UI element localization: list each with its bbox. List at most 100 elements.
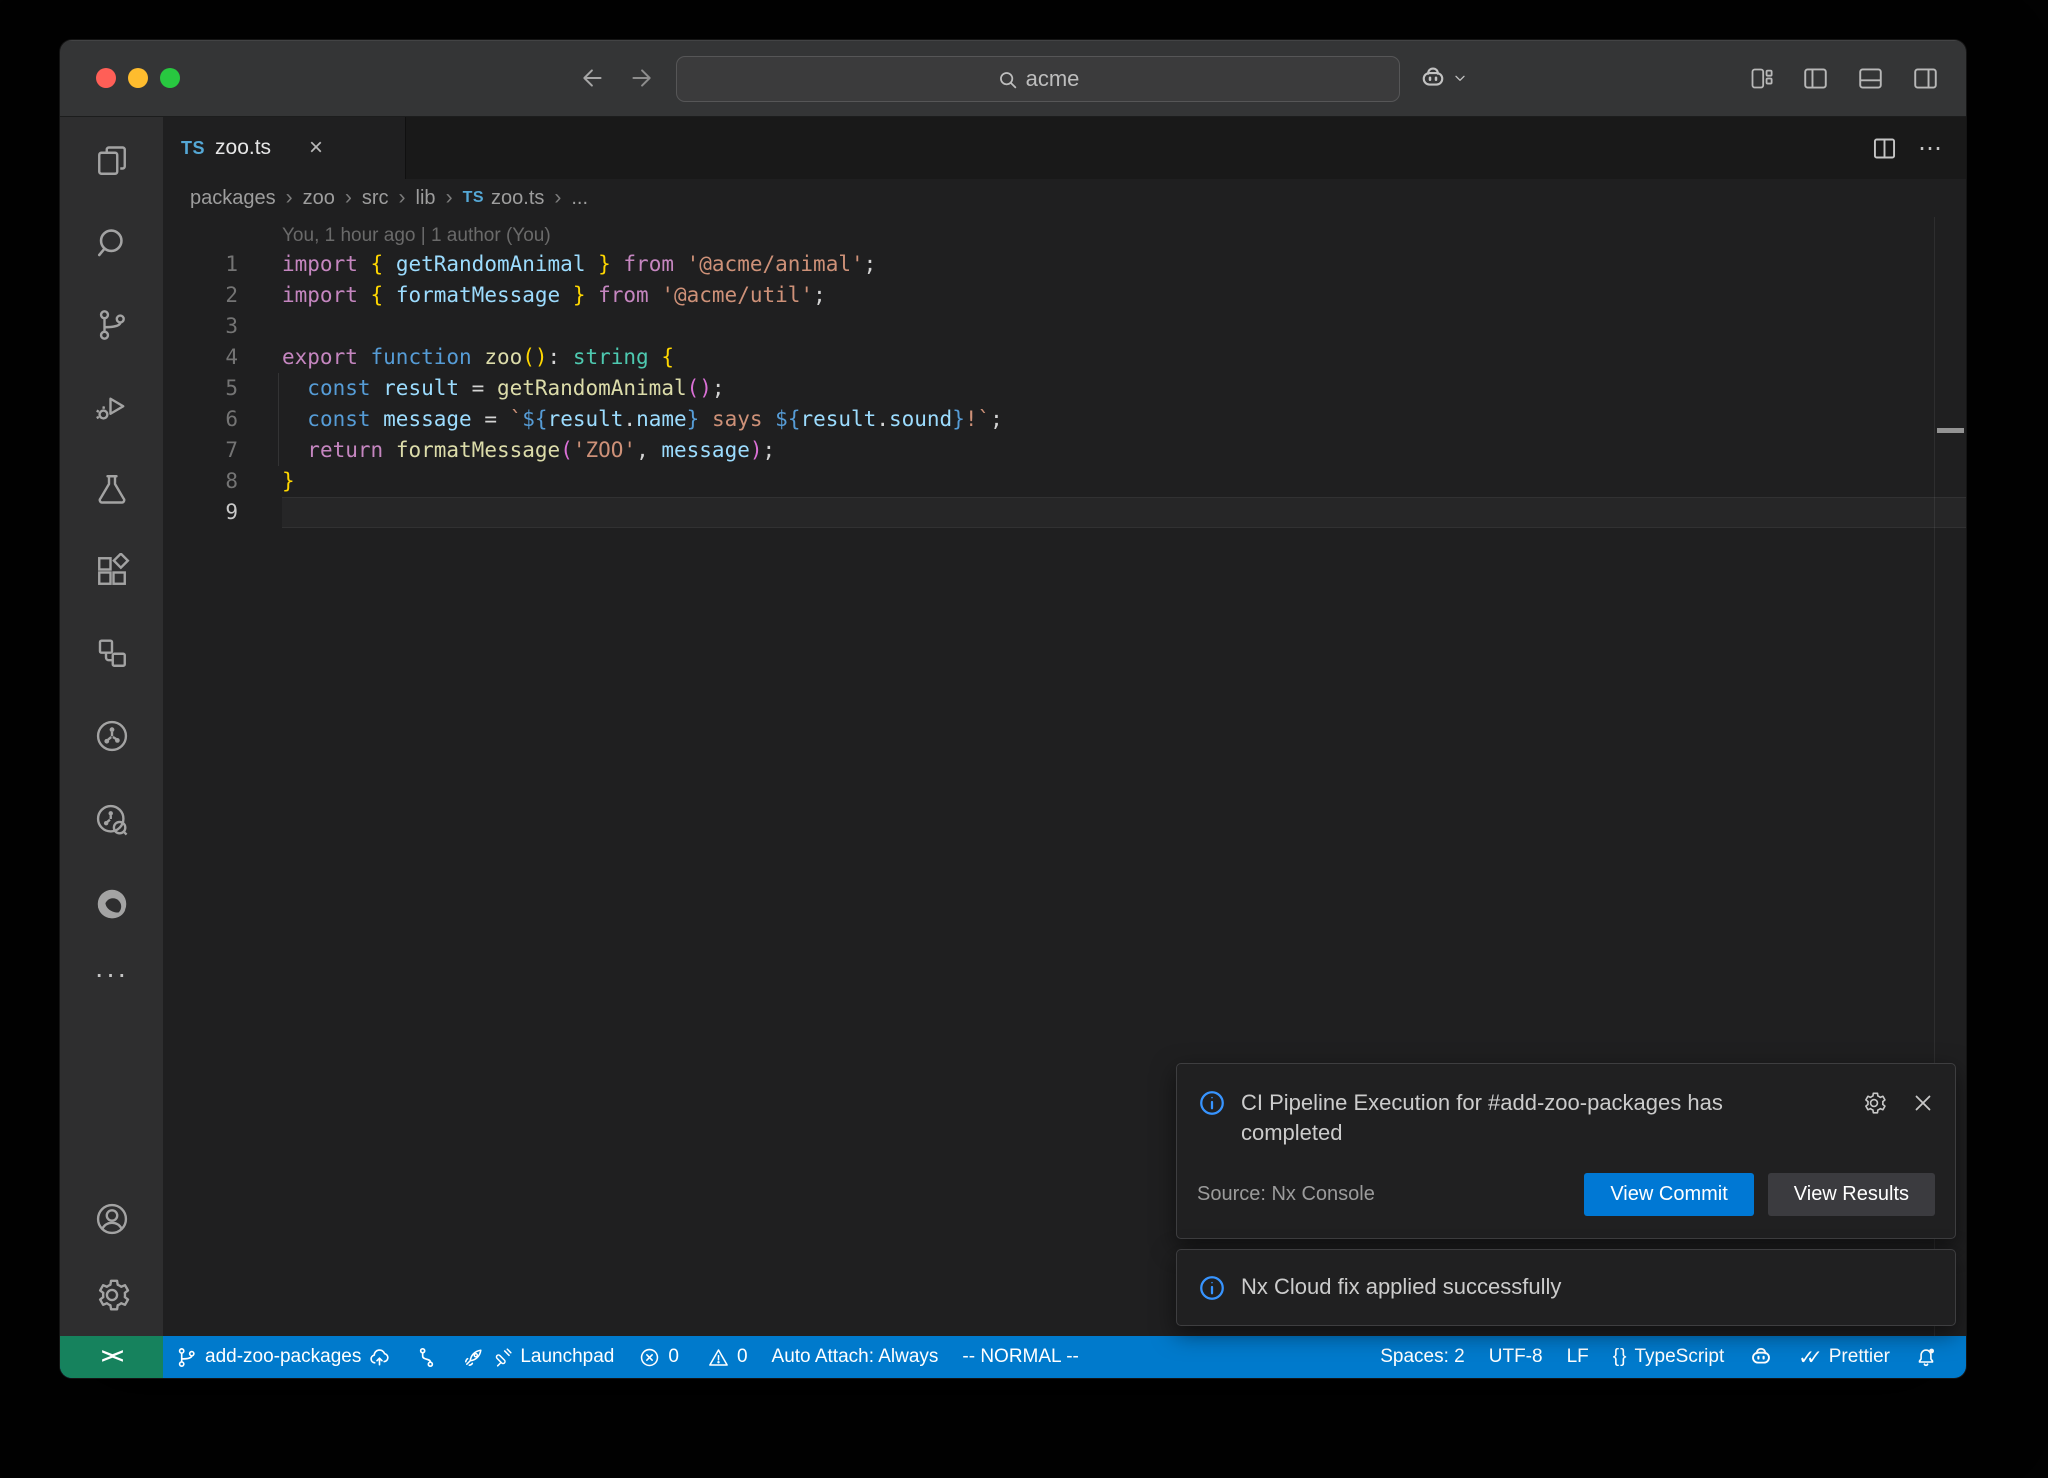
problems-item[interactable]: 0 0 [626, 1336, 759, 1378]
breadcrumb-item[interactable]: zoo [276, 186, 335, 210]
code-line-9[interactable]: 9 [163, 497, 1966, 528]
code-text[interactable]: export function zoo(): string { [282, 342, 1966, 373]
code-line-1[interactable]: 1import { getRandomAnimal } from '@acme/… [163, 249, 1966, 280]
code-line-6[interactable]: 6 const message = `${result.name} says $… [163, 404, 1966, 435]
tab-zoo-ts[interactable]: TS zoo.ts × [163, 117, 406, 179]
eol-item[interactable]: LF [1555, 1336, 1601, 1378]
toggle-secondary-sidebar-icon[interactable] [1911, 64, 1940, 93]
testing-icon[interactable] [94, 471, 130, 507]
encoding-item[interactable]: UTF-8 [1477, 1336, 1555, 1378]
code-text[interactable] [282, 497, 1966, 528]
breadcrumb-item-file[interactable]: TS zoo.ts [436, 186, 545, 210]
screen: acme ··· [0, 0, 2048, 1478]
info-icon [1197, 1088, 1227, 1118]
editor-actions-more-icon[interactable]: ⋯ [1918, 134, 1944, 163]
branch-icon [175, 1346, 198, 1369]
additional-views-icon[interactable]: ··· [95, 969, 129, 979]
code-text[interactable]: import { formatMessage } from '@acme/uti… [282, 280, 1966, 311]
code-text[interactable]: return formatMessage('ZOO', message); [282, 435, 1966, 466]
code-line-5[interactable]: 5 const result = getRandomAnimal(); [163, 373, 1966, 404]
indentation-item[interactable]: Spaces: 2 [1368, 1336, 1477, 1378]
code-line-4[interactable]: 4export function zoo(): string { [163, 342, 1966, 373]
line-number: 7 [163, 435, 282, 466]
tab-close-icon[interactable]: × [309, 136, 323, 160]
breadcrumb-item[interactable]: src [335, 186, 389, 210]
forward-icon[interactable] [628, 65, 654, 91]
typescript-file-icon: TS [181, 138, 205, 159]
toggle-primary-sidebar-icon[interactable] [1801, 64, 1830, 93]
code-text[interactable]: const result = getRandomAnimal(); [282, 373, 1966, 404]
chevron-down-icon[interactable] [1452, 70, 1468, 86]
view-results-button[interactable]: View Results [1768, 1173, 1935, 1216]
title-bar: acme [60, 40, 1966, 117]
copilot-icon[interactable] [1418, 63, 1448, 93]
tab-bar: TS zoo.ts × ⋯ [163, 117, 1966, 179]
settings-gear-icon[interactable] [93, 1276, 131, 1314]
commit-graph-icon [415, 1346, 438, 1369]
rocket-icon [462, 1346, 485, 1369]
close-window-button[interactable] [96, 68, 116, 88]
line-number: 5 [163, 373, 282, 404]
tab-label: zoo.ts [215, 136, 271, 160]
run-debug-icon[interactable] [94, 389, 130, 425]
vscode-window: acme ··· [60, 40, 1966, 1378]
copilot-icon [1748, 1344, 1774, 1370]
line-number: 1 [163, 249, 282, 280]
code-line-7[interactable]: 7 return formatMessage('ZOO', message); [163, 435, 1966, 466]
line-number: 9 [163, 497, 282, 528]
breadcrumb: packages zoo src lib TS zoo.ts ... [163, 179, 1966, 217]
code-line-2[interactable]: 2import { formatMessage } from '@acme/ut… [163, 280, 1966, 311]
copilot-status-item[interactable] [1736, 1336, 1786, 1378]
notifications-bell-item[interactable] [1902, 1336, 1950, 1378]
code-line-8[interactable]: 8} [163, 466, 1966, 497]
code-text[interactable]: import { getRandomAnimal } from '@acme/a… [282, 249, 1966, 280]
customize-layout-icon[interactable] [1748, 65, 1775, 92]
extensions-icon[interactable] [94, 553, 130, 589]
line-number: 4 [163, 342, 282, 373]
breadcrumb-symbol-trailing[interactable]: ... [544, 186, 588, 210]
status-bar: >< add-zoo-packages Launchpad 0 0 [60, 1336, 1966, 1378]
back-icon[interactable] [580, 65, 606, 91]
breadcrumb-item[interactable]: lib [389, 186, 436, 210]
language-mode-item[interactable]: {} TypeScript [1601, 1336, 1736, 1378]
toggle-panel-icon[interactable] [1856, 64, 1885, 93]
zoom-window-button[interactable] [160, 68, 180, 88]
explorer-icon[interactable] [94, 143, 130, 179]
auto-attach-item[interactable]: Auto Attach: Always [760, 1336, 951, 1378]
search-icon [997, 69, 1018, 90]
nx-cloud-icon[interactable] [93, 801, 131, 839]
git-branch-item[interactable]: add-zoo-packages [163, 1336, 403, 1378]
formatter-item[interactable]: ✓✓ Prettier [1786, 1336, 1902, 1378]
double-check-icon: ✓✓ [1798, 1345, 1814, 1370]
code-line-3[interactable]: 3 [163, 311, 1966, 342]
publish-cloud-icon [368, 1346, 391, 1369]
error-count: 0 [668, 1346, 679, 1368]
breadcrumb-item[interactable]: packages [190, 187, 276, 210]
remote-indicator[interactable]: >< [60, 1336, 163, 1378]
notification-close-icon[interactable] [1911, 1091, 1935, 1115]
split-editor-icon[interactable] [1871, 135, 1898, 162]
search-view-icon[interactable] [94, 225, 130, 261]
view-commit-button[interactable]: View Commit [1584, 1173, 1753, 1216]
accounts-icon[interactable] [93, 1200, 131, 1238]
braces-icon: {} [1613, 1346, 1628, 1368]
activity-bar: ··· [60, 117, 163, 1336]
warnings-icon [707, 1346, 730, 1369]
warning-count: 0 [737, 1346, 748, 1368]
minimize-window-button[interactable] [128, 68, 148, 88]
remote-explorer-icon[interactable] [94, 635, 130, 671]
code-text[interactable] [282, 311, 1966, 342]
edge-browser-icon[interactable] [93, 885, 131, 923]
notification-settings-gear-icon[interactable] [1861, 1090, 1887, 1116]
vim-mode-indicator[interactable]: -- NORMAL -- [950, 1336, 1090, 1378]
code-text[interactable]: } [282, 466, 1966, 497]
notification-nx-cloud-fix: Nx Cloud fix applied successfully [1176, 1249, 1956, 1326]
command-center-search[interactable]: acme [676, 56, 1400, 102]
nx-console-icon[interactable] [93, 717, 131, 755]
gitlens-launchpad-item[interactable]: Launchpad [450, 1336, 626, 1378]
bell-dot-icon [1914, 1345, 1938, 1369]
code-text[interactable]: const message = `${result.name} says ${r… [282, 404, 1966, 435]
commit-graph-item[interactable] [403, 1336, 450, 1378]
notification-title: CI Pipeline Execution for #add-zoo-packa… [1241, 1088, 1801, 1150]
source-control-icon[interactable] [94, 307, 130, 343]
